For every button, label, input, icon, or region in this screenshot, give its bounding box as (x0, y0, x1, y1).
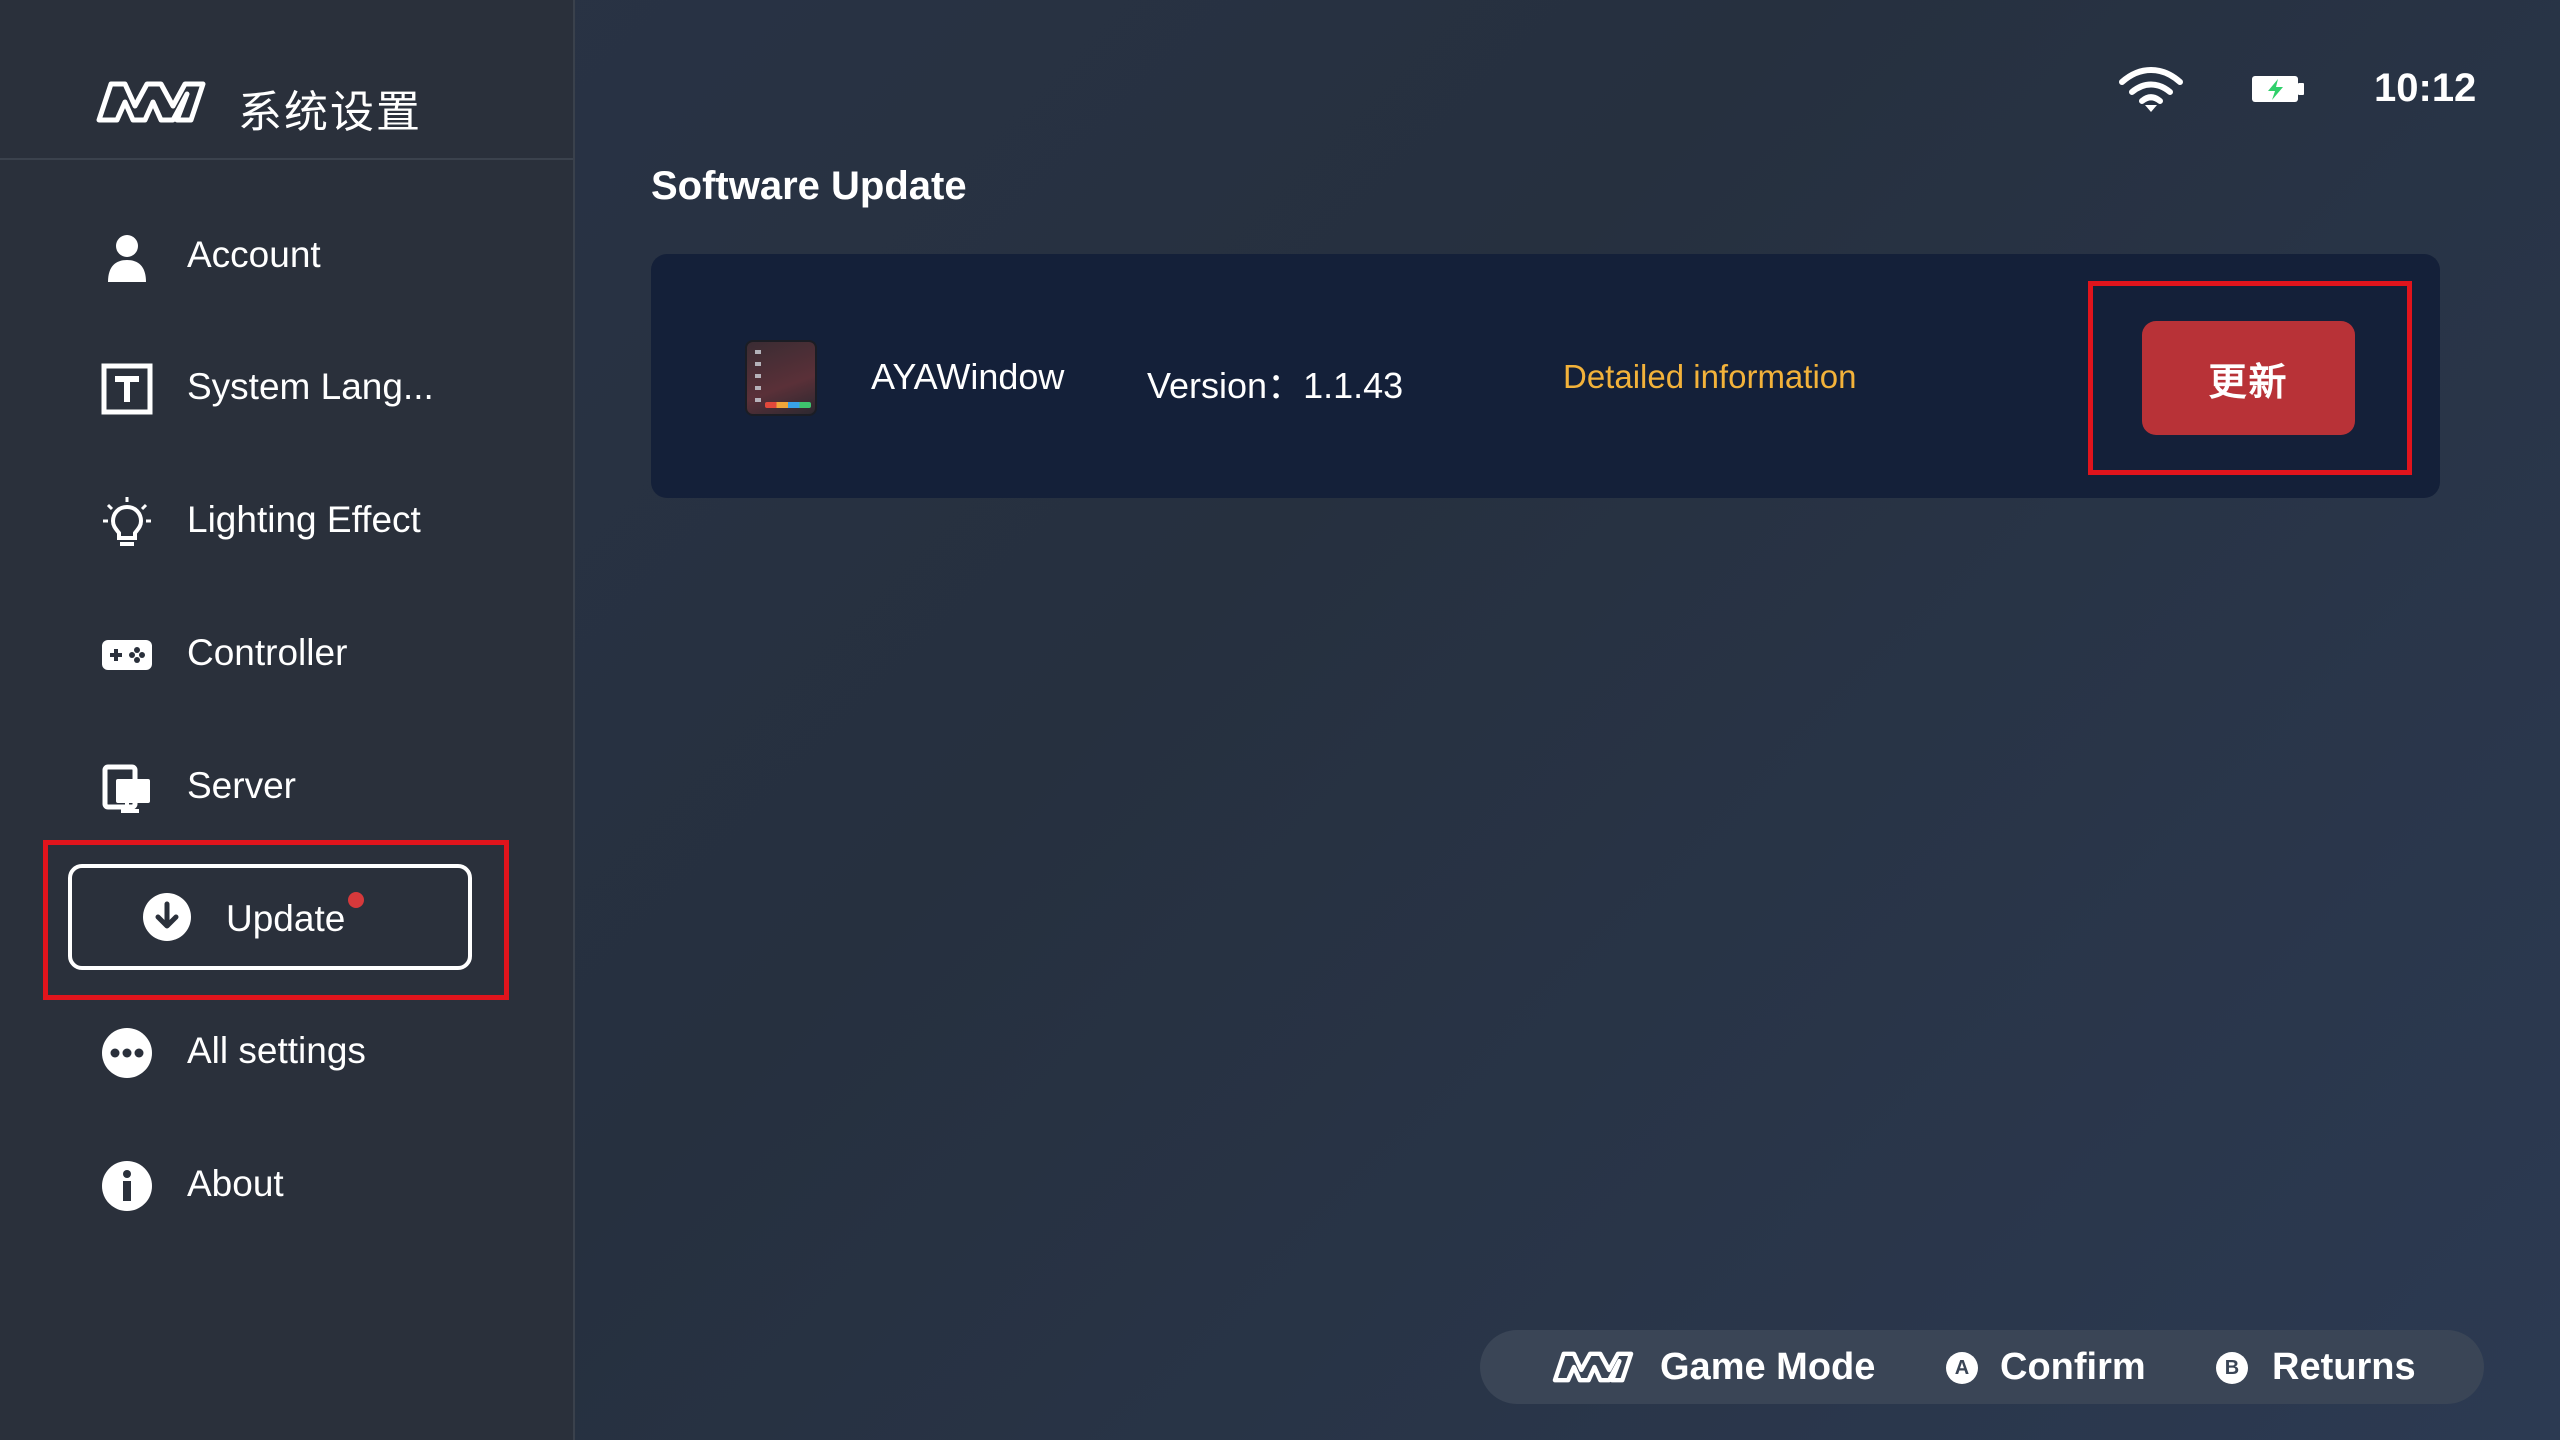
brand-header: 系统设置 (0, 0, 573, 160)
more-circle-icon (102, 1028, 152, 1078)
app-name: AYAWindow (871, 356, 1065, 397)
returns-hint[interactable]: Returns (2272, 1346, 2416, 1389)
sidebar-item-update[interactable]: Update (68, 864, 472, 970)
sidebar-item-all-settings[interactable]: All settings (0, 996, 573, 1106)
page-title: Software Update (651, 164, 967, 208)
sidebar-item-lighting-effect[interactable]: Lighting Effect (0, 465, 573, 575)
sidebar-item-label: Update (226, 898, 346, 939)
info-circle-icon (102, 1161, 152, 1211)
wifi-icon (2119, 67, 2183, 112)
sidebar-item-about[interactable]: About (0, 1129, 573, 1239)
controller-hint-bar: Game Mode A Confirm B Returns (1480, 1330, 2484, 1404)
sidebar-item-account[interactable]: Account (0, 200, 573, 310)
sidebar-item-label: Lighting Effect (187, 499, 421, 540)
update-button[interactable]: 更新 (2142, 321, 2355, 435)
gamepad-icon (102, 640, 152, 670)
sidebar-item-label: Controller (187, 632, 348, 673)
b-button-icon: B (2216, 1352, 2248, 1384)
sidebar-item-system-language[interactable]: System Lang... (0, 332, 573, 442)
a-button-icon: A (1946, 1352, 1978, 1384)
sidebar-item-controller[interactable]: Controller (0, 598, 573, 708)
server-icon (102, 764, 150, 813)
sidebar-item-label: Account (187, 234, 321, 275)
lightbulb-icon (103, 497, 151, 546)
aya-logo (96, 81, 206, 123)
status-clock: 10:12 (2374, 66, 2477, 110)
download-circle-icon (143, 893, 191, 941)
aya-logo (1552, 1351, 1634, 1383)
app-thumbnail (745, 340, 817, 416)
person-icon (108, 235, 146, 282)
game-mode-hint[interactable]: Game Mode (1660, 1346, 1875, 1389)
sidebar-item-server[interactable]: Server (0, 731, 573, 841)
text-icon (101, 363, 153, 415)
confirm-hint[interactable]: Confirm (2000, 1346, 2146, 1389)
update-card: AYAWindow Version：1.1.43 Detailed inform… (651, 254, 2440, 498)
battery-charging-icon (2252, 76, 2304, 102)
sidebar: 系统设置 Account System Lang... Lighting Eff… (0, 0, 575, 1440)
detailed-information-link[interactable]: Detailed information (1563, 358, 1857, 396)
sidebar-item-label: System Lang... (187, 366, 434, 407)
sidebar-item-label: Server (187, 765, 296, 806)
sidebar-item-label: All settings (187, 1030, 366, 1071)
app-version: Version：1.1.43 (1147, 365, 1404, 406)
notification-dot (348, 892, 364, 908)
sidebar-item-label: About (187, 1163, 284, 1204)
app-title: 系统设置 (238, 88, 422, 137)
